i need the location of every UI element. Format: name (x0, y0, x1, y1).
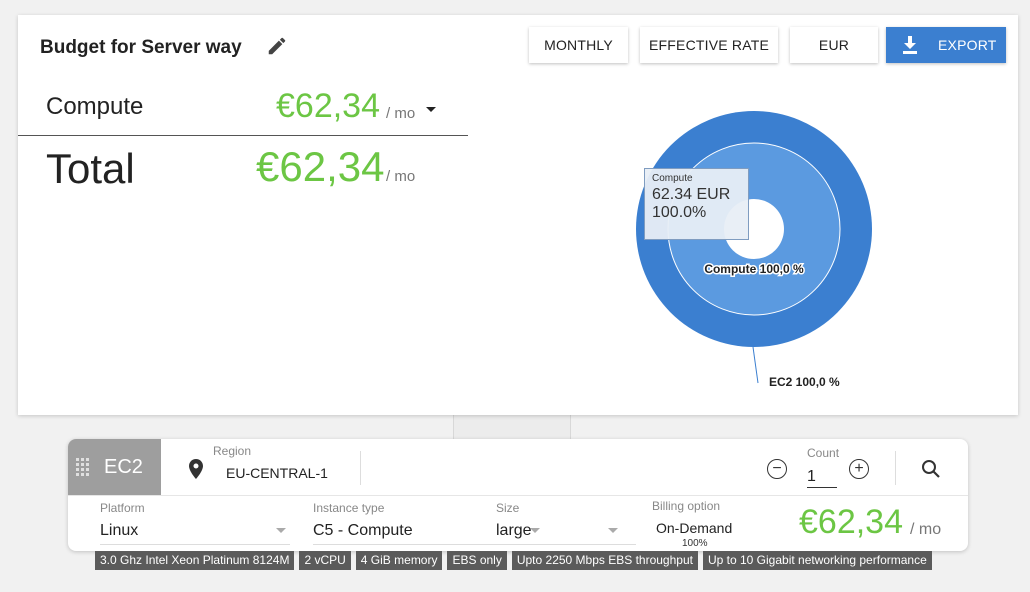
expand-caret-icon[interactable] (426, 107, 436, 112)
compute-per-month: / mo (386, 105, 416, 122)
spec-tag: 3.0 Ghz Intel Xeon Platinum 8124M (95, 551, 295, 570)
service-price: €62,34 (799, 503, 903, 541)
compute-label: Compute (46, 93, 144, 120)
chart-tooltip: Compute 62.34 EUR 100.0% (644, 168, 749, 240)
download-icon (903, 36, 917, 54)
platform-dropdown-icon[interactable] (276, 528, 286, 533)
export-label: EXPORT (938, 37, 997, 53)
spec-tag: Up to 10 Gigabit networking performance (702, 551, 932, 570)
spec-tag: Upto 2250 Mbps EBS throughput (511, 551, 698, 570)
effective-rate-button[interactable]: EFFECTIVE RATE (640, 27, 778, 63)
total-label: Total (46, 145, 135, 192)
export-button[interactable]: EXPORT (886, 27, 1006, 63)
size-underline (496, 544, 636, 545)
service-header[interactable]: EC2 (68, 439, 161, 495)
row-divider (68, 495, 968, 496)
ec2-label-leader (752, 346, 759, 384)
billing-percent: 100% (682, 538, 708, 549)
count-label: Count (807, 446, 840, 460)
size-dropdown-icon[interactable] (608, 528, 618, 533)
budget-card: Budget for Server way MONTHLY EFFECTIVE … (18, 15, 1018, 415)
spec-tag: EBS only (447, 551, 507, 570)
spec-tags: 3.0 Ghz Intel Xeon Platinum 8124M 2 vCPU… (95, 551, 932, 570)
size-select[interactable]: large (496, 522, 532, 540)
platform-label: Platform (100, 501, 145, 515)
divider (895, 451, 896, 485)
spec-tag: 2 vCPU (299, 551, 351, 570)
count-input[interactable]: 1 (807, 468, 816, 486)
search-icon[interactable] (921, 459, 941, 479)
ec2-service-card: EC2 Region EU-CENTRAL-1 − Count 1 + Plat… (68, 439, 968, 551)
instance-type-select[interactable]: C5 - Compute (313, 522, 413, 540)
tooltip-value: 62.34 EUR (652, 186, 731, 203)
spec-tag: 4 GiB memory (355, 551, 443, 570)
budget-title: Budget for Server way (40, 37, 242, 58)
compute-amount: €62,34 (276, 87, 380, 125)
location-pin-icon (189, 459, 203, 479)
outer-slice-label: EC2 100,0 % (769, 375, 840, 389)
tooltip-percent: 100.0% (652, 204, 707, 221)
inner-slice-label: Compute 100,0 % (704, 262, 804, 276)
region-select[interactable]: EU-CENTRAL-1 (226, 465, 328, 481)
service-name: EC2 (104, 456, 143, 478)
divider (360, 451, 361, 485)
size-label: Size (496, 501, 520, 515)
platform-underline (100, 544, 290, 545)
billing-select[interactable]: On-Demand (656, 520, 732, 536)
tooltip-name: Compute (652, 173, 693, 184)
decrement-count-button[interactable]: − (767, 459, 787, 479)
platform-select[interactable]: Linux (100, 522, 138, 540)
edit-pencil-icon[interactable] (266, 35, 288, 57)
monthly-button[interactable]: MONTHLY (529, 27, 628, 63)
compute-row: Compute €62,34 / mo (18, 81, 468, 136)
budget-donut-chart: Compute 100,0 % EC2 100,0 % (636, 111, 872, 389)
service-per-month: / mo (910, 521, 942, 538)
drag-grid-icon[interactable] (76, 458, 90, 478)
total-per-month: / mo (386, 168, 416, 185)
currency-button[interactable]: EUR (790, 27, 878, 63)
instance-type-label: Instance type (313, 501, 385, 515)
increment-count-button[interactable]: + (849, 459, 869, 479)
billing-label: Billing option (652, 499, 721, 513)
total-amount: €62,34 (256, 143, 385, 190)
region-label: Region (213, 444, 252, 458)
count-input-underline (807, 487, 837, 488)
